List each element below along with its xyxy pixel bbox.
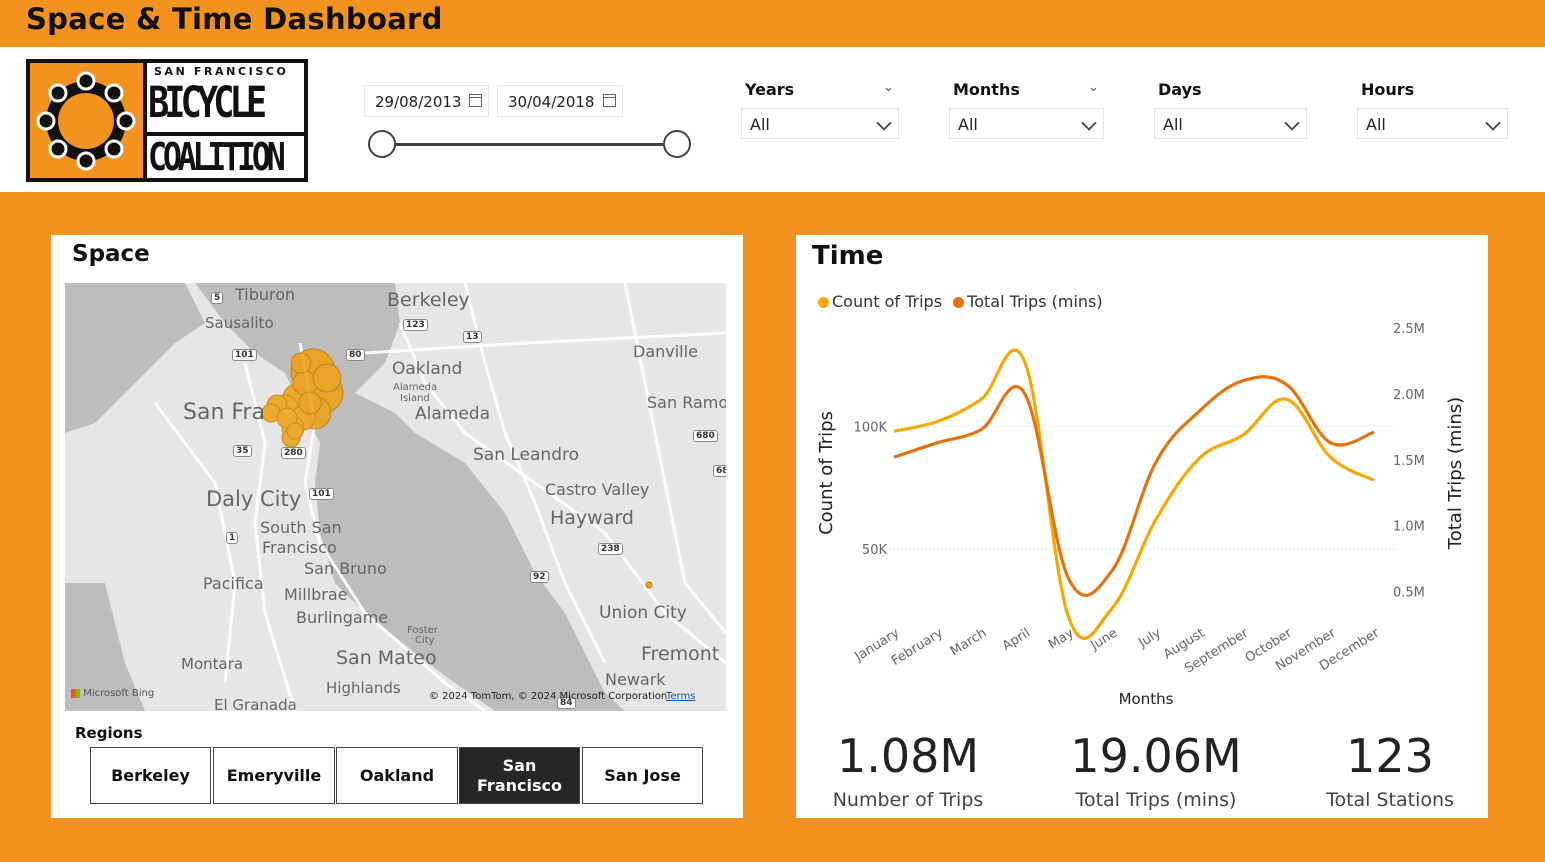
kpi-total-stations-label: Total Stations xyxy=(1326,789,1454,811)
space-title: Space xyxy=(72,241,150,267)
days-label: Days xyxy=(1158,80,1202,99)
right-tick-label: 1.0M xyxy=(1393,520,1425,535)
days-dropdown[interactable]: All xyxy=(1154,108,1307,139)
time-line-chart[interactable]: 100K50K 2.5M2.0M1.5M1.0M0.5M JanuaryFebr… xyxy=(796,300,1488,720)
end-date-input[interactable]: 30/04/2018 xyxy=(497,85,623,117)
kpi-total-trips-value: 19.06M xyxy=(1070,729,1242,783)
chevron-down-icon[interactable]: ⌄ xyxy=(883,80,894,95)
months-dropdown[interactable]: All xyxy=(949,108,1104,139)
region-button-emeryville[interactable]: Emeryville xyxy=(213,747,335,804)
region-button-san-francisco[interactable]: San Francisco xyxy=(459,747,580,804)
bicycle-coalition-logo: SAN FRANCISCO BICYCLE COALITION xyxy=(26,59,308,182)
right-tick-label: 1.5M xyxy=(1393,454,1425,469)
chain-ring-icon xyxy=(30,63,143,178)
calendar-icon[interactable] xyxy=(469,94,482,107)
time-title: Time xyxy=(812,241,884,271)
chevron-down-icon xyxy=(1485,115,1501,131)
region-button-san-jose[interactable]: San Jose xyxy=(582,747,703,804)
x-tick-label: April xyxy=(1000,626,1033,654)
page-title: Space & Time Dashboard xyxy=(26,2,443,36)
chevron-down-icon xyxy=(876,115,892,131)
regions-label: Regions xyxy=(75,724,143,742)
logo-line1: BICYCLE xyxy=(148,78,267,128)
left-tick-label: 100K xyxy=(854,420,888,435)
kpi-total-stations-value: 123 xyxy=(1346,729,1434,783)
region-button-oakland[interactable]: Oakland xyxy=(336,747,458,804)
region-button-berkeley[interactable]: Berkeley xyxy=(90,747,211,804)
right-tick-label: 0.5M xyxy=(1393,586,1425,601)
x-axis-label: Months xyxy=(1119,690,1174,708)
x-tick-label: June xyxy=(1087,626,1120,654)
date-slider-start-handle[interactable] xyxy=(368,130,396,158)
series-count-of-trips-line xyxy=(893,348,1375,640)
chevron-down-icon xyxy=(1081,115,1097,131)
chevron-down-icon xyxy=(1284,115,1300,131)
y2-axis-label: Total Trips (mins) xyxy=(1445,397,1466,550)
logo-top-text: SAN FRANCISCO xyxy=(154,65,289,78)
microsoft-icon xyxy=(71,688,80,698)
y-axis-label: Count of Trips xyxy=(816,411,837,535)
date-slider-end-handle[interactable] xyxy=(663,130,691,158)
map[interactable]: Tiburon Berkeley Sausalito Danville Oakl… xyxy=(65,283,726,711)
months-label: Months xyxy=(953,80,1020,99)
years-label: Years xyxy=(745,80,795,99)
kpi-number-of-trips-value: 1.08M xyxy=(836,729,980,783)
logo-line2: COALITION xyxy=(148,135,286,179)
hours-dropdown[interactable]: All xyxy=(1357,108,1508,139)
calendar-icon[interactable] xyxy=(603,94,616,107)
map-copyright: © 2024 TomTom, © 2024 Microsoft Corporat… xyxy=(429,691,668,702)
left-tick-label: 50K xyxy=(862,543,888,558)
terms-link[interactable]: Terms xyxy=(666,691,695,702)
x-tick-label: March xyxy=(948,626,990,660)
kpi-number-of-trips-label: Number of Trips xyxy=(832,789,984,811)
x-tick-label: May xyxy=(1046,626,1077,653)
start-date-input[interactable]: 29/08/2013 xyxy=(364,85,489,117)
kpi-total-trips-label: Total Trips (mins) xyxy=(1075,789,1237,811)
chevron-down-icon[interactable]: ⌄ xyxy=(1088,80,1099,95)
years-dropdown[interactable]: All xyxy=(741,108,899,139)
x-tick-label: July xyxy=(1135,626,1164,652)
right-tick-label: 2.0M xyxy=(1393,388,1425,403)
bing-logo: Microsoft Bing xyxy=(71,688,154,699)
right-tick-label: 2.5M xyxy=(1393,322,1425,337)
hours-label: Hours xyxy=(1361,80,1415,99)
title-bar: Space & Time Dashboard xyxy=(0,0,1545,47)
date-slider-track[interactable] xyxy=(382,143,677,146)
